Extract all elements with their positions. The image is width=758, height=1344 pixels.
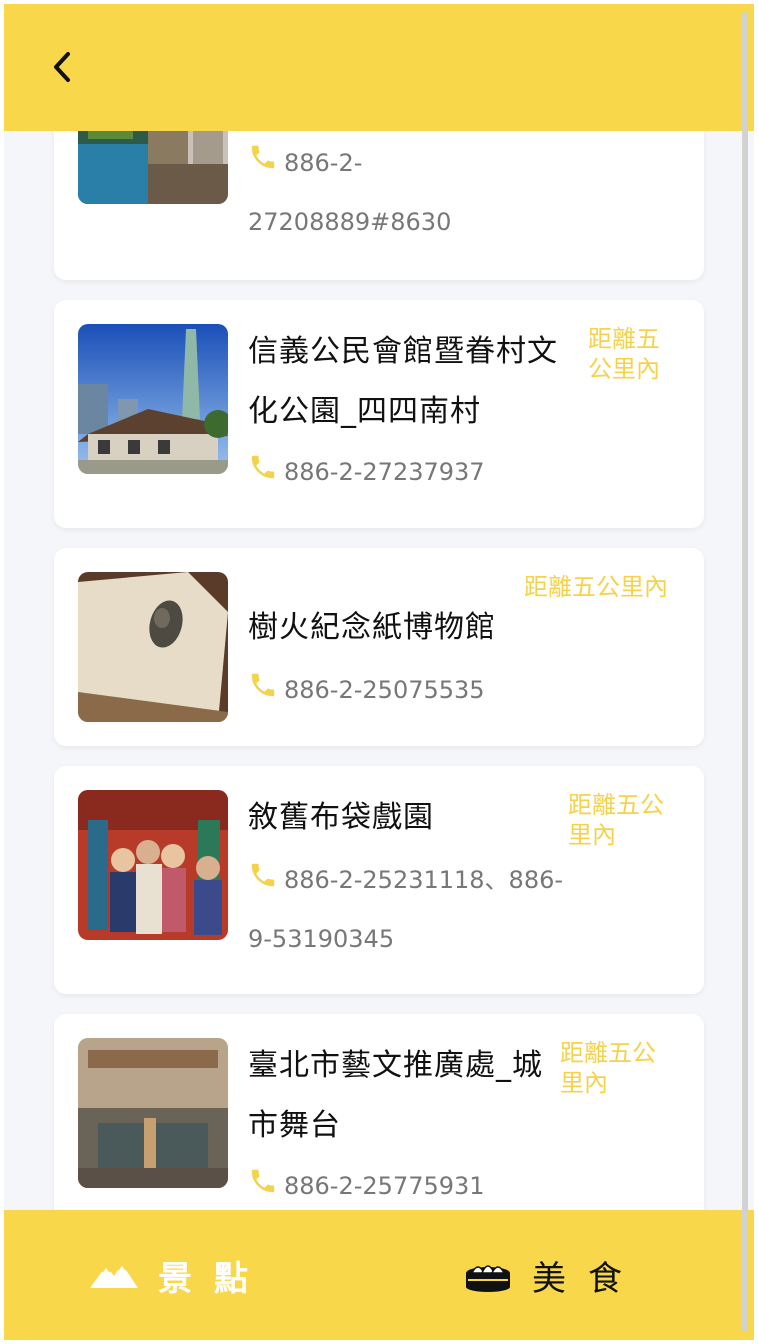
place-thumbnail xyxy=(78,572,228,722)
distance-badge: 距離五 公里內 xyxy=(588,325,660,383)
mountain-icon xyxy=(90,1262,138,1288)
phone-icon xyxy=(248,1166,278,1196)
distance-badge: 距離五公 里內 xyxy=(568,791,664,849)
phone-number[interactable]: 886-2- xyxy=(284,134,362,193)
phone-number-cont[interactable]: 27208889#8630 xyxy=(248,193,451,252)
place-name[interactable]: 敘舊布袋戲園 xyxy=(248,788,434,848)
nav-sights-label: 景點 xyxy=(158,1258,270,1299)
phone-number[interactable]: 886-2-27237937 xyxy=(284,443,485,502)
place-name[interactable]: 臺北市藝文推廣處_城 市舞台 xyxy=(248,1036,543,1156)
place-name[interactable]: 樹火紀念紙博物館 xyxy=(248,598,496,658)
phone-number-cont[interactable]: 9-53190345 xyxy=(248,910,394,969)
bottom-nav: 景點 美食 xyxy=(4,1210,754,1340)
place-name[interactable]: 信義公民會館暨眷村文 化公園_四四南村 xyxy=(248,322,558,442)
place-card[interactable]: 樹火紀念紙博物館 距離五公里內 886-2-25075535 xyxy=(54,548,704,746)
nav-food-label: 美食 xyxy=(532,1258,644,1299)
scrollbar[interactable] xyxy=(742,12,748,1332)
place-thumbnail xyxy=(78,1038,228,1188)
top-header xyxy=(4,4,754,131)
phone-icon xyxy=(248,142,278,172)
phone-icon xyxy=(248,860,278,890)
phone-number[interactable]: 886-2-25231118、886- xyxy=(284,851,563,910)
place-card[interactable]: 敘舊布袋戲園 距離五公 里內 886-2-25231118、886- 9-531… xyxy=(54,766,704,994)
phone-number[interactable]: 886-2-25075535 xyxy=(284,661,485,720)
dumpling-icon xyxy=(466,1265,510,1292)
nav-food-button[interactable]: 美食 xyxy=(464,1240,644,1310)
back-button[interactable] xyxy=(42,42,82,92)
chevron-left-icon xyxy=(54,52,70,82)
distance-badge: 距離五公里內 xyxy=(524,573,668,601)
phone-number[interactable]: 886-2-25775931 xyxy=(284,1157,485,1216)
place-thumbnail xyxy=(78,324,228,474)
phone-icon xyxy=(248,670,278,700)
place-thumbnail xyxy=(78,790,228,940)
place-card[interactable]: 信義公民會館暨眷村文 化公園_四四南村 距離五 公里內 886-2-272379… xyxy=(54,300,704,528)
distance-badge: 距離五公 里內 xyxy=(560,1039,656,1097)
phone-icon xyxy=(248,452,278,482)
nav-sights-button[interactable]: 景點 xyxy=(90,1240,270,1310)
app-frame: 886-2- 27208889#8630 信義公民會館暨眷村文 化公園_四四南村… xyxy=(4,4,754,1340)
